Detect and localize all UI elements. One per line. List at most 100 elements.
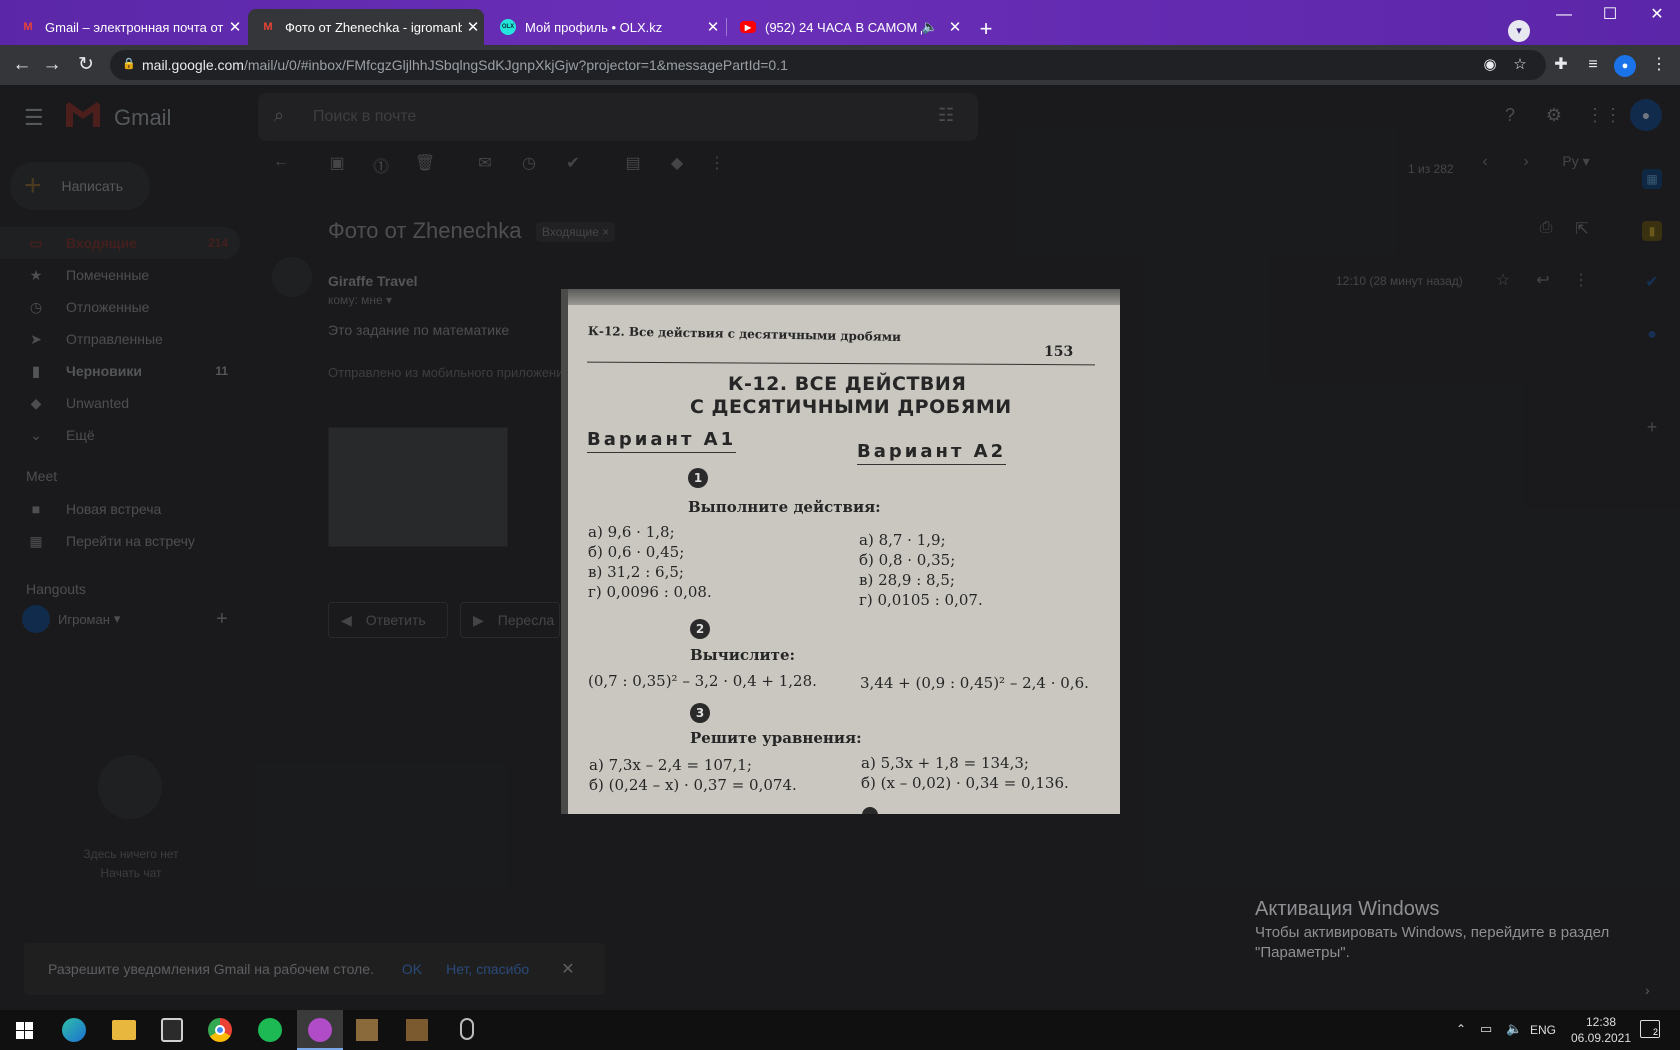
tab-photo[interactable]: M Фото от Zhenechka - igromanbe ✕ — [248, 9, 484, 45]
url-text[interactable]: mail.google.com/mail/u/0/#inbox/FMfcgzGl… — [142, 57, 788, 73]
tab-title: (952) 24 ЧАСА В САМОМ ДЕ — [765, 19, 922, 35]
exercise-line: б) (x – 0,02) · 0,34 = 0,136. — [861, 774, 1069, 792]
photo-preview[interactable]: К-12. Все действия с десятичными дробями… — [561, 289, 1120, 814]
url-host: mail.google.com — [142, 57, 244, 73]
url-path: /mail/u/0/#inbox/FMfcgzGljlhhJSbqlngSdKJ… — [243, 57, 788, 73]
address-bar[interactable]: 🔒 mail.google.com/mail/u/0/#inbox/FMfcgz… — [110, 50, 1546, 80]
star-icon[interactable]: ☆ — [1510, 55, 1530, 75]
exercise-line: в) 31,2 : 6,5; — [588, 563, 684, 581]
chevron-right-icon[interactable]: › — [1645, 982, 1650, 998]
notification-center-icon[interactable]: 2 — [1640, 1020, 1660, 1038]
task-3-instruction: Решите уравнения: — [690, 729, 862, 747]
task-1-variant-a1: а) 9,6 · 1,8; б) 0,6 · 0,45; в) 31,2 : 6… — [588, 522, 712, 602]
close-icon[interactable]: ✕ — [224, 18, 246, 36]
close-icon[interactable]: ✕ — [944, 18, 966, 36]
page-running-header: К-12. Все действия с десятичными дробями — [587, 324, 902, 345]
olx-favicon-icon: OLX — [500, 19, 516, 35]
exercise-line: г) 0,0096 : 0,08. — [588, 583, 712, 601]
page-title-line-1: К-12. ВСЕ ДЕЙСТВИЯ — [728, 373, 967, 395]
tab-separator — [726, 18, 727, 36]
chrome-icon[interactable] — [208, 1018, 232, 1042]
exercise-line: б) 0,6 · 0,45; — [588, 543, 685, 561]
speaker-icon[interactable]: 🔈 — [922, 19, 938, 35]
input-language-indicator[interactable]: ENG — [1530, 1023, 1556, 1037]
extensions-icon[interactable]: ✚ — [1550, 54, 1572, 76]
maximize-icon[interactable]: ☐ — [1587, 0, 1633, 30]
minecraft-launcher-icon[interactable] — [406, 1019, 428, 1041]
volume-icon[interactable]: 🔈 — [1506, 1021, 1522, 1037]
exercise-line: б) 0,8 · 0,35; — [859, 551, 956, 569]
spotify-icon[interactable] — [258, 1018, 282, 1042]
clock-date: 06.09.2021 — [1570, 1031, 1632, 1045]
close-icon[interactable]: ✕ — [462, 18, 484, 36]
exercise-line: а) 8,7 · 1,9; — [859, 531, 946, 549]
task-2-variant-a1: (0,7 : 0,35)² – 3,2 · 0,4 + 1,28. — [588, 672, 817, 690]
forward-icon[interactable]: → — [40, 53, 64, 77]
file-explorer-icon[interactable] — [112, 1020, 136, 1040]
task-3-variant-a1: а) 7,3x – 2,4 = 107,1; б) (0,24 – x) · 0… — [589, 755, 797, 795]
close-icon[interactable]: ✕ — [702, 18, 724, 36]
clock[interactable]: 12:38 06.09.2021 — [1566, 1014, 1636, 1046]
notification-count: 2 — [1652, 1027, 1660, 1037]
store-icon[interactable] — [161, 1018, 183, 1042]
tab-search-icon[interactable]: ▾ — [1508, 20, 1530, 42]
tab-olx[interactable]: OLX Мой профиль • OLX.kz ✕ — [488, 9, 724, 45]
notification-bar: Разрешите уведомления Gmail на рабочем с… — [24, 943, 605, 995]
taskbar: ⌃ ▭ 🔈 ENG 12:38 06.09.2021 2 — [0, 1010, 1680, 1050]
network-icon[interactable]: ▭ — [1480, 1021, 1492, 1037]
activation-title: Активация Windows — [1255, 898, 1440, 920]
task-number-4-partial — [862, 807, 878, 814]
clock-time: 12:38 — [1585, 1015, 1617, 1029]
notification-decline-button[interactable]: Нет, спасибо — [446, 961, 529, 977]
tab-title: Gmail – электронная почта от Go — [45, 19, 224, 35]
menu-icon[interactable]: ⋮ — [1648, 54, 1670, 76]
reload-icon[interactable]: ↻ — [74, 53, 98, 77]
start-icon[interactable] — [16, 1022, 33, 1039]
notification-text: Разрешите уведомления Gmail на рабочем с… — [48, 961, 374, 977]
task-1-variant-a2: а) 8,7 · 1,9; б) 0,8 · 0,35; в) 28,9 : 8… — [859, 530, 983, 610]
activation-subtitle: Чтобы активировать Windows, перейдите в … — [1255, 924, 1610, 961]
page-number: 153 — [1044, 344, 1074, 360]
minecraft-icon[interactable] — [356, 1019, 378, 1041]
task-3-variant-a2: а) 5,3x + 1,8 = 134,3; б) (x – 0,02) · 0… — [861, 753, 1069, 793]
game-app-icon — [308, 1018, 332, 1042]
eye-icon[interactable]: ◉ — [1480, 55, 1500, 75]
tab-title: Мой профиль • OLX.kz — [525, 19, 663, 35]
tab-gmail-inbox[interactable]: M Gmail – электронная почта от Go ✕ — [8, 9, 246, 45]
exercise-line: б) (0,24 – x) · 0,37 = 0,074. — [589, 776, 797, 794]
header-rule — [587, 361, 1095, 366]
task-2-variant-a2: 3,44 + (0,9 : 0,45)² – 2,4 · 0,6. — [860, 674, 1089, 692]
task-number-3: 3 — [690, 703, 710, 723]
tab-strip: M Gmail – электронная почта от Go ✕ M Фо… — [0, 0, 1680, 45]
active-app-tile[interactable] — [297, 1010, 343, 1050]
exercise-line: а) 9,6 · 1,8; — [588, 523, 675, 541]
youtube-favicon-icon: ▶ — [740, 21, 756, 33]
minimize-icon[interactable]: — — [1541, 0, 1587, 30]
variant-a1-heading: Вариант А1 — [587, 429, 737, 453]
notification-ok-button[interactable]: OK — [402, 961, 422, 977]
tab-youtube[interactable]: ▶ (952) 24 ЧАСА В САМОМ ДЕ 🔈 ✕ — [728, 9, 966, 45]
close-window-icon[interactable]: ✕ — [1634, 0, 1680, 30]
photo-edge — [561, 289, 568, 814]
task-number-1: 1 — [688, 468, 708, 488]
chevron-up-icon[interactable]: ⌃ — [1456, 1022, 1466, 1036]
edge-icon[interactable] — [62, 1018, 86, 1042]
back-icon[interactable]: ← — [10, 53, 34, 77]
screen: M Gmail – электронная почта от Go ✕ M Фо… — [0, 0, 1680, 1050]
mouse-icon[interactable] — [460, 1018, 474, 1040]
task-2-instruction: Вычислите: — [690, 646, 796, 664]
exercise-line: в) 28,9 : 8,5; — [859, 571, 955, 589]
profile-avatar[interactable]: ● — [1614, 55, 1636, 77]
task-1-instruction: Выполните действия: — [688, 498, 881, 516]
toolbar: ← → ↻ 🔒 mail.google.com/mail/u/0/#inbox/… — [0, 45, 1680, 85]
exercise-line: г) 0,0105 : 0,07. — [859, 591, 983, 609]
task-number-2: 2 — [690, 619, 710, 639]
page-title-line-2: С ДЕСЯТИЧНЫМИ ДРОБЯМИ — [690, 396, 1012, 418]
exercise-line: а) 7,3x – 2,4 = 107,1; — [589, 756, 752, 774]
gmail-favicon-icon: M — [263, 21, 273, 33]
close-icon[interactable]: ✕ — [561, 959, 574, 979]
new-tab-icon[interactable]: + — [972, 16, 1000, 44]
media-icon[interactable]: ≡ — [1582, 54, 1604, 76]
gmail-favicon-icon: M — [23, 21, 33, 33]
variant-a2-heading: Вариант А2 — [857, 441, 1007, 465]
